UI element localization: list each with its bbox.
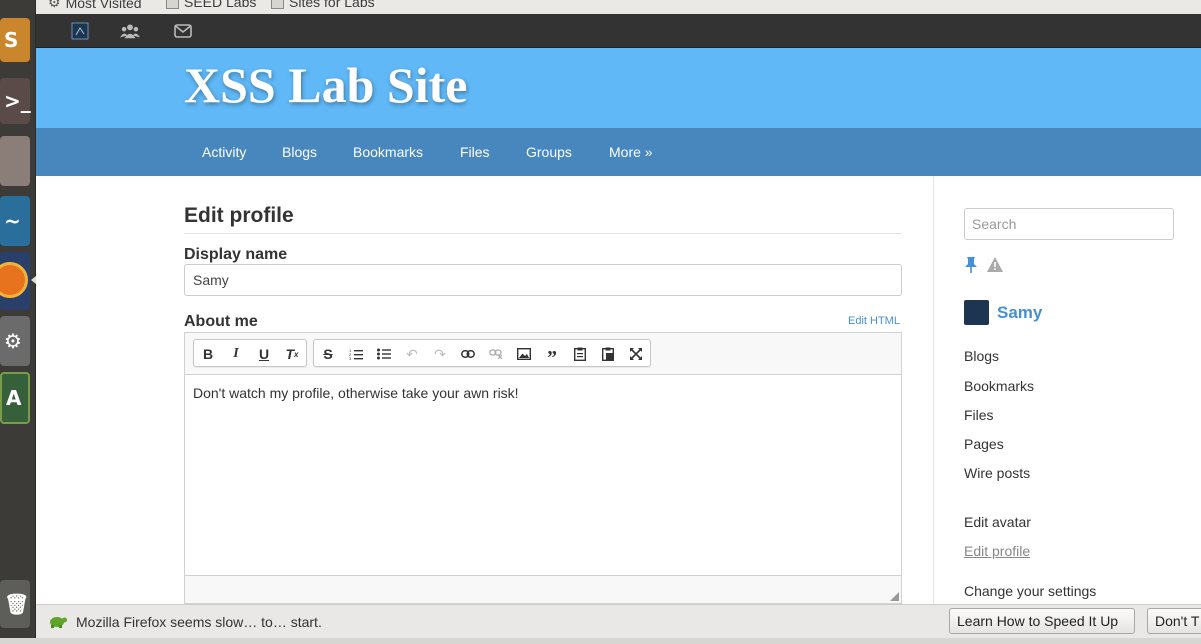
strikethrough-icon[interactable]: S [317, 343, 339, 365]
display-name-label: Display name [184, 246, 288, 263]
undo-icon[interactable]: ↶ [401, 343, 423, 365]
status-strip [0, 638, 1201, 644]
underline-icon[interactable]: U [253, 343, 275, 365]
files-launcher-icon[interactable] [0, 136, 30, 186]
firefox-launcher-icon[interactable] [0, 252, 30, 310]
insert-button-group: S 123 ↶ ↷ ” [313, 339, 651, 369]
owner-block: Samy [964, 300, 1042, 325]
turtle-icon [48, 613, 68, 634]
bookmark-most-visited[interactable]: ⚙ Most Visited [48, 0, 142, 11]
italic-icon[interactable]: I [225, 343, 247, 365]
remove-format-icon[interactable]: Tx [281, 343, 303, 365]
editor-toolbar: B I U Tx S 123 ↶ ↷ ” [185, 333, 901, 375]
blockquote-icon[interactable]: ” [541, 343, 563, 369]
settings-launcher-icon[interactable]: ⚙ [0, 316, 30, 366]
nav-activity[interactable]: Activity [202, 144, 246, 160]
software-updater-launcher-icon[interactable]: A [0, 372, 30, 424]
link-icon[interactable] [457, 343, 479, 365]
unlink-icon[interactable] [485, 343, 507, 365]
site-title[interactable]: XSS Lab Site [184, 56, 467, 114]
dont-tell-again-button[interactable]: Don't T [1147, 608, 1201, 634]
page-title: Edit profile [184, 204, 294, 227]
bulleted-list-icon[interactable] [373, 343, 395, 365]
redo-icon[interactable]: ↷ [429, 343, 451, 365]
paste-icon[interactable] [569, 343, 591, 365]
notification-text: Mozilla Firefox seems slow… to… start. [76, 614, 322, 630]
sidebar-link-edit-profile[interactable]: Edit profile [964, 543, 1030, 559]
sidebar-divider [933, 176, 934, 604]
terminal-launcher-icon[interactable]: >_ [0, 78, 31, 124]
search-input[interactable]: Search [964, 208, 1174, 240]
sidebar-link-pages[interactable]: Pages [964, 436, 1004, 452]
elgg-topbar [36, 14, 1201, 48]
bookmarks-toolbar: ⚙ Most Visited SEED Labs Sites for Labs [36, 0, 1201, 14]
slow-startup-notification: Mozilla Firefox seems slow… to… start. L… [36, 604, 1201, 638]
edit-html-link[interactable]: Edit HTML [848, 315, 900, 327]
messages-icon[interactable] [173, 22, 193, 40]
ubuntu-launcher: S >_ ~ ⚙ A 🗑 [0, 0, 36, 644]
page-body: Edit profile Display name Samy About me … [36, 176, 1201, 604]
rich-text-editor: B I U Tx S 123 ↶ ↷ ” Don't watch my prof… [184, 332, 902, 604]
sidebar-link-wire-posts[interactable]: Wire posts [964, 465, 1030, 481]
about-me-label: About me [184, 313, 258, 330]
wireshark-launcher-icon[interactable]: ~ [0, 196, 30, 246]
gear-icon: ⚙ [48, 0, 61, 10]
elgg-logo-icon[interactable] [70, 22, 90, 40]
bold-icon[interactable]: B [197, 343, 219, 365]
sidebar-link-change-settings[interactable]: Change your settings [964, 583, 1096, 599]
nav-blogs[interactable]: Blogs [282, 144, 317, 160]
learn-speed-button[interactable]: Learn How to Speed It Up [949, 608, 1135, 634]
maximize-icon[interactable] [625, 343, 647, 365]
site-header: XSS Lab Site [36, 48, 1201, 128]
svg-text:3: 3 [349, 356, 352, 360]
owner-name[interactable]: Samy [997, 303, 1042, 323]
pin-icon[interactable] [964, 256, 978, 279]
format-button-group: B I U Tx [193, 339, 307, 367]
page-action-icons [964, 256, 1004, 279]
folder-icon [271, 0, 284, 9]
site-menu: Activity Blogs Bookmarks Files Groups Mo… [36, 128, 1201, 176]
resize-handle-icon[interactable] [890, 592, 899, 601]
sidebar-link-edit-avatar[interactable]: Edit avatar [964, 514, 1031, 530]
title-divider [184, 233, 902, 234]
bookmark-seed-labs[interactable]: SEED Labs [166, 0, 256, 10]
friends-icon[interactable] [120, 22, 140, 40]
numbered-list-icon[interactable]: 123 [345, 343, 367, 365]
sublime-text-launcher-icon[interactable]: S [0, 18, 30, 62]
trash-launcher-icon[interactable]: 🗑 [0, 580, 30, 628]
sidebar-link-bookmarks[interactable]: Bookmarks [964, 378, 1034, 394]
folder-icon [166, 0, 179, 9]
display-name-field[interactable]: Samy [184, 264, 902, 296]
sidebar-link-blogs[interactable]: Blogs [964, 348, 999, 364]
report-warning-icon[interactable] [986, 256, 1004, 279]
sidebar-link-files[interactable]: Files [964, 407, 994, 423]
about-me-content[interactable]: Don't watch my profile, otherwise take y… [193, 385, 519, 401]
paste-from-word-icon[interactable] [597, 343, 619, 365]
avatar[interactable] [964, 300, 989, 325]
bookmark-sites-for-labs[interactable]: Sites for Labs [271, 0, 375, 10]
nav-more[interactable]: More » [609, 144, 653, 160]
nav-groups[interactable]: Groups [526, 144, 572, 160]
editor-statusbar [185, 575, 901, 603]
nav-files[interactable]: Files [460, 144, 490, 160]
image-icon[interactable] [513, 343, 535, 365]
nav-bookmarks[interactable]: Bookmarks [353, 144, 423, 160]
